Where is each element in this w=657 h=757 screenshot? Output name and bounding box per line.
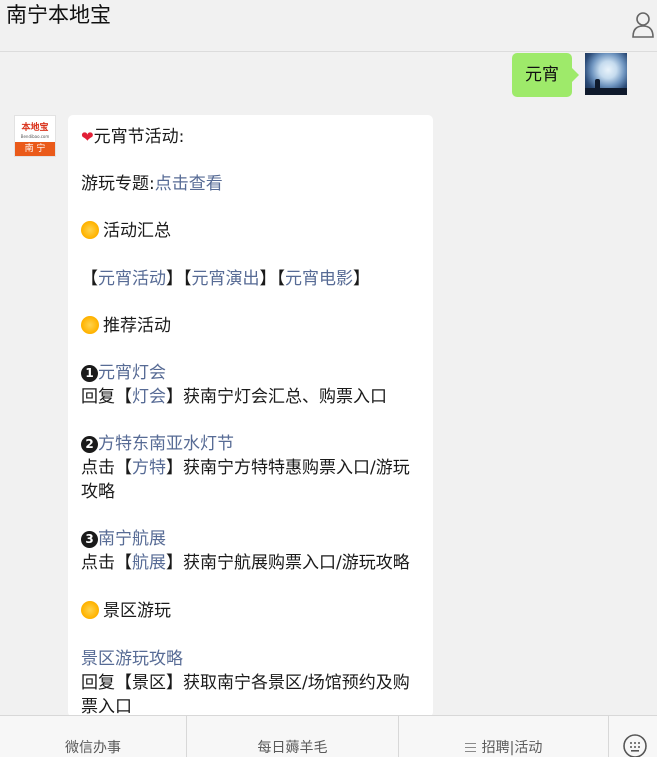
menu-jobs-events-label: 招聘|活动 [481,740,543,756]
item2-desc-line: 点击【方特】获南宁方特特惠购票入口/游玩攻略 [81,456,426,504]
chat-title: 南宁本地宝 [6,3,111,27]
avatar-figure [595,79,600,90]
user-message-bubble[interactable]: 元宵 [512,53,579,97]
bot-title-line: ❤元宵节活动: [81,125,426,149]
sun-icon [81,601,99,619]
link-lantern-show[interactable]: 元宵演出 [192,269,260,289]
bracket-open: 【 [276,269,286,289]
bot-avatar-site: Bendibao.com [20,134,50,139]
user-profile-icon[interactable] [632,10,654,38]
scenic-desc: 回复【景区】获取南宁各景区/场馆预约及购票入口 [81,673,410,717]
item1-desc-line: 回复【灯会】获南宁灯会汇总、购票入口 [81,385,426,409]
item2-title-line: 2 方特东南亚水灯节 [81,432,426,456]
item2-keyword-link[interactable]: 方特 [132,458,166,478]
item1-desc-pre: 回复【 [81,387,132,407]
item3-desc-pre: 点击【 [81,553,132,573]
bot-avatar[interactable]: 本地宝 Bendibao.com 南 宁 [14,115,56,157]
item3-title-link[interactable]: 南宁航展 [98,529,166,549]
menu-daily-deals-label: 每日薅羊毛 [257,740,328,756]
item1-title-link[interactable]: 元宵灯会 [98,363,166,383]
menu-wechat-services[interactable]: 微信办事 [0,716,186,757]
section-summary-label: 活动汇总 [103,221,171,241]
menu-lines-icon [464,743,476,752]
item3-keyword-link[interactable]: 航展 [132,553,166,573]
special-topic-link[interactable]: 点击查看 [155,174,223,194]
menu-jobs-events[interactable]: 招聘|活动 [399,716,608,757]
bracket-close: 】 [259,269,277,289]
bottom-menu-bar: 微信办事 每日薅羊毛 招聘|活动 [0,715,657,757]
bracket-close: 】 [353,269,370,289]
item1-desc-post: 】获南宁灯会汇总、购票入口 [166,387,387,407]
special-topic-label: 游玩专题: [81,174,155,194]
number-1-icon: 1 [81,365,98,382]
user-message-text: 元宵 [525,65,559,85]
bot-avatar-city: 南 宁 [15,142,55,156]
bot-message-bubble: ❤元宵节活动: 游玩专题:点击查看 活动汇总 【元宵活动】【元宵演出】【元宵电影… [68,115,433,717]
user-avatar[interactable] [585,53,627,95]
item3-desc-post: 】获南宁航展购票入口/游玩攻略 [166,553,410,573]
bot-avatar-logo: 本地宝 [21,123,49,133]
scenic-desc-line: 回复【景区】获取南宁各景区/场馆预约及购票入口 [81,671,426,717]
item2-title-link[interactable]: 方特东南亚水灯节 [98,434,234,454]
bracket-close: 】 [166,269,183,289]
summary-links-line: 【元宵活动】【元宵演出】【元宵电影】 [81,267,426,291]
link-lantern-activity[interactable]: 元宵活动 [98,269,166,289]
sun-icon [81,316,99,334]
bot-title: 元宵节活动: [93,127,185,147]
link-lantern-movie[interactable]: 元宵电影 [285,269,353,289]
section-recommended-label: 推荐活动 [103,316,171,336]
section-recommended: 推荐活动 [81,314,426,338]
number-2-icon: 2 [81,436,98,453]
bracket-open: 【 [183,269,192,289]
menu-wechat-services-label: 微信办事 [65,740,121,756]
menu-daily-deals[interactable]: 每日薅羊毛 [187,716,398,757]
item3-desc-line: 点击【航展】获南宁航展购票入口/游玩攻略 [81,551,426,575]
section-summary: 活动汇总 [81,219,426,243]
bracket-open: 【 [81,269,98,289]
section-scenic-label: 景区游玩 [103,601,171,621]
avatar-ground [585,88,627,95]
sun-icon [81,221,99,239]
scenic-link-line: 景区游玩攻略 [81,647,426,671]
item1-title-line: 1 元宵灯会 [81,361,426,385]
menu-divider [608,716,609,757]
item2-desc-pre: 点击【 [81,458,132,478]
heart-icon: ❤ [81,128,94,146]
keyboard-icon[interactable] [623,734,647,757]
number-3-icon: 3 [81,531,98,548]
chat-header: 南宁本地宝 [0,0,657,52]
section-scenic: 景区游玩 [81,599,426,623]
special-topic-line: 游玩专题:点击查看 [81,172,426,196]
item1-keyword-link[interactable]: 灯会 [132,387,166,407]
scenic-guide-link[interactable]: 景区游玩攻略 [81,649,183,669]
item3-title-line: 3 南宁航展 [81,527,426,551]
